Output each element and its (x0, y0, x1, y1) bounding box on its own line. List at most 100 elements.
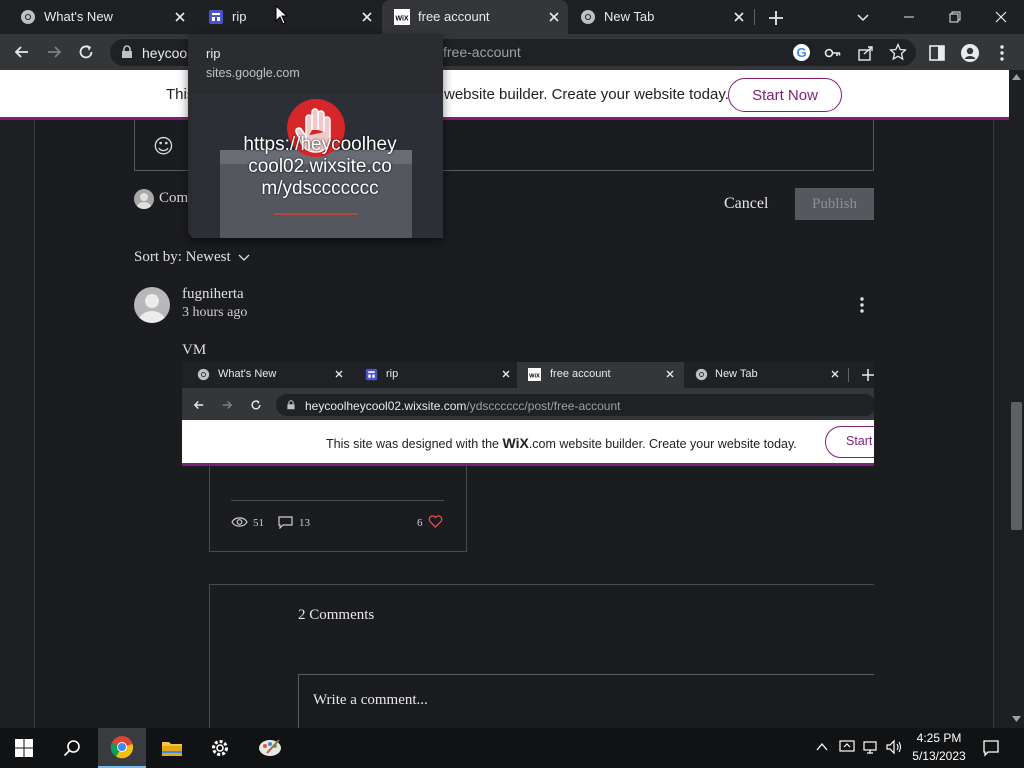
paint-app-icon[interactable] (246, 728, 294, 768)
reload-icon[interactable] (76, 42, 96, 62)
wix-logo: WiX (502, 435, 529, 451)
chrome-icon (695, 368, 708, 381)
restore-icon[interactable] (932, 0, 978, 34)
comments-title: 2 Comments (298, 607, 375, 623)
screenshot-tab: What's New (182, 362, 350, 388)
screenshot-tab: New Tab (684, 362, 851, 388)
comment-placeholder: Write a comment... (313, 692, 428, 708)
network-icon[interactable] (862, 739, 880, 755)
close-icon[interactable] (359, 9, 375, 25)
close-icon[interactable] (546, 9, 562, 25)
taskbar-chrome-icon[interactable] (98, 728, 146, 768)
views-count: 51 (253, 517, 264, 529)
lock-icon[interactable] (120, 45, 134, 59)
cancel-button[interactable]: Cancel (724, 195, 768, 213)
chrome-icon (197, 368, 210, 381)
close-icon (664, 368, 676, 380)
back-icon[interactable] (12, 42, 32, 62)
wix-icon: WiX (394, 9, 410, 25)
lock-icon (286, 400, 296, 410)
windows-start-icon[interactable] (0, 728, 48, 768)
chrome-icon (20, 9, 36, 25)
volume-icon[interactable] (885, 739, 903, 755)
side-panel-icon[interactable] (928, 44, 946, 62)
avatar (134, 189, 154, 209)
svg-text:G: G (796, 45, 806, 60)
clock-date[interactable]: 5/13/2023 (906, 749, 972, 763)
divider (231, 500, 444, 501)
key-icon[interactable] (824, 44, 842, 62)
close-icon[interactable] (731, 9, 747, 25)
screenshot-start-button: Start (825, 426, 874, 458)
scrollbar[interactable] (1009, 70, 1024, 728)
screenshot-tab: rip (350, 362, 517, 388)
menu-kebab-icon[interactable] (994, 44, 1010, 62)
mouse-cursor-icon (275, 5, 289, 25)
back-icon (192, 398, 206, 412)
tab-whats-new[interactable]: What's New (0, 0, 188, 34)
device-icon[interactable] (838, 739, 856, 755)
chevron-down-icon[interactable] (237, 252, 251, 264)
sort-dropdown[interactable]: Sort by: Newest (134, 249, 231, 266)
tab-title: free account (418, 9, 490, 24)
scroll-down-icon[interactable] (1012, 716, 1021, 722)
clock-time[interactable]: 4:25 PM (906, 731, 972, 745)
publish-button[interactable]: Publish (795, 188, 874, 220)
tab-title: rip (232, 9, 247, 24)
settings-gear-icon[interactable] (196, 728, 244, 768)
url-host: heycoo (142, 45, 188, 61)
hover-card-domain: sites.google.com (206, 66, 300, 80)
tab-new-tab[interactable]: New Tab (568, 0, 754, 34)
scroll-up-icon[interactable] (1012, 74, 1021, 80)
screenshot-tab-title: free account (550, 368, 611, 380)
screenshot-tab-title: rip (386, 368, 399, 380)
file-explorer-icon[interactable] (148, 728, 196, 768)
close-icon[interactable] (172, 9, 188, 25)
avatar[interactable] (134, 287, 170, 323)
tab-search-chevron-icon[interactable] (854, 8, 872, 26)
likes-count: 6 (417, 517, 423, 529)
tab-separator (848, 368, 849, 382)
comment-author[interactable]: fugniherta (182, 286, 244, 303)
close-window-icon[interactable] (978, 0, 1024, 34)
screenshot-tab-active: WiX free account (517, 362, 684, 388)
google-icon[interactable]: G (792, 43, 811, 62)
comment-screenshot-image: What's New rip WiX free account New Tab … (182, 362, 874, 728)
banner-before: This site was designed with the (326, 437, 500, 451)
tab-free-account[interactable]: WiX free account (382, 0, 568, 34)
eye-icon (231, 516, 248, 528)
google-sites-icon (365, 368, 378, 381)
notifications-icon[interactable] (982, 739, 1000, 757)
screenshot-post-card (209, 466, 467, 552)
heart-icon (428, 515, 443, 528)
tab-title: New Tab (604, 9, 655, 24)
forward-icon[interactable] (44, 42, 64, 62)
share-icon[interactable] (857, 44, 875, 62)
wix-icon: WiX (528, 368, 541, 381)
search-icon[interactable] (48, 728, 96, 768)
more-options-icon[interactable] (856, 296, 868, 314)
comment-body: VM (182, 342, 207, 358)
close-icon (829, 368, 841, 380)
hover-card-preview-text: https://heycoolheycool02.wixsite.com/yds… (243, 134, 397, 199)
screenshot-tab-title: New Tab (715, 368, 758, 380)
chrome-icon (580, 9, 596, 25)
banner-after: .com website builder. Create your websit… (528, 437, 797, 451)
svg-text:WiX: WiX (395, 16, 408, 23)
bookmark-star-icon[interactable] (889, 43, 907, 61)
commenting-as-label: Com (159, 190, 189, 206)
tab-separator (754, 9, 755, 25)
profile-icon[interactable] (960, 43, 980, 63)
minimize-icon[interactable] (886, 0, 932, 34)
start-now-button[interactable]: Start Now (728, 78, 842, 112)
close-icon (333, 368, 345, 380)
google-sites-icon (208, 9, 224, 25)
new-tab-icon (861, 368, 874, 382)
screenshot-url-path: /ydscccccc/post/free-account (466, 399, 621, 413)
new-tab-icon[interactable] (766, 8, 786, 28)
tray-chevron-up-icon[interactable] (815, 740, 829, 754)
address-text: heycoo (142, 45, 187, 61)
reload-icon (249, 398, 263, 412)
emoji-icon[interactable]: ☺ (153, 134, 174, 158)
scrollbar-thumb[interactable] (1011, 402, 1022, 530)
